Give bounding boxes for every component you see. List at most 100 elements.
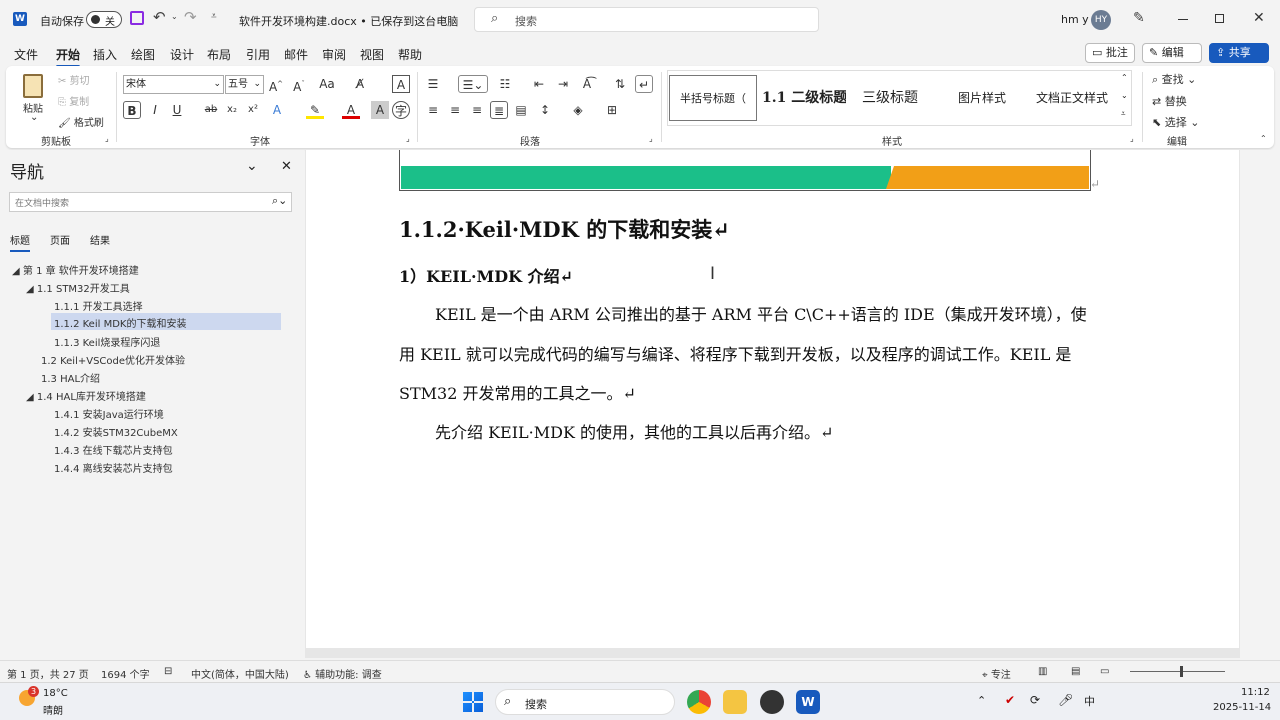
nav-heading-item[interactable]: 1.4.2 安装STM32CubeMX: [54, 424, 178, 439]
styles-scroll-up-icon[interactable]: ⌃: [1121, 73, 1128, 82]
search-icon[interactable]: ⌕⌄: [272, 194, 287, 208]
change-case-button[interactable]: Aa: [314, 75, 340, 93]
find-button[interactable]: ⌕ 查找 ⌄: [1152, 71, 1196, 87]
pen-icon[interactable]: ✎: [1133, 10, 1145, 26]
tray-chevron-icon[interactable]: ⌃: [977, 694, 986, 707]
style-item-heading-2[interactable]: 1.1 二级标题: [762, 75, 846, 121]
tab-file[interactable]: 文件: [14, 46, 38, 63]
nav-heading-item[interactable]: ◢ 第 1 章 软件开发环境搭建: [12, 262, 139, 277]
format-painter-button[interactable]: 🖌 格式刷: [58, 114, 104, 129]
borders-icon[interactable]: ⊞: [603, 101, 621, 119]
tab-draw[interactable]: 绘图: [131, 46, 155, 63]
search-box[interactable]: ⌕ 搜索: [474, 7, 819, 32]
shading-icon[interactable]: ◈: [569, 101, 587, 119]
style-item-heading-3[interactable]: 三级标题: [862, 75, 942, 121]
windows-start-icon[interactable]: [463, 692, 483, 712]
close-icon[interactable]: ✕: [1253, 10, 1265, 26]
clock-time[interactable]: 11:12: [1241, 687, 1270, 698]
strikethrough-button[interactable]: ab: [202, 101, 220, 119]
word-taskbar-icon[interactable]: W: [796, 690, 820, 714]
edit-mode-button[interactable]: ✎ 编辑 ⌄: [1142, 43, 1202, 77]
bold-button[interactable]: B: [123, 101, 141, 119]
obs-icon[interactable]: [760, 690, 784, 714]
increase-indent-icon[interactable]: ⇥: [554, 75, 572, 93]
autosave-toggle[interactable]: 关: [86, 11, 122, 28]
tab-home[interactable]: 开始: [56, 46, 81, 68]
customize-toolbar-icon[interactable]: ⩡: [211, 11, 217, 22]
vertical-scrollbar[interactable]: [1240, 150, 1280, 658]
chinese-layout-icon[interactable]: A͡: [578, 75, 596, 93]
char-shading-icon[interactable]: A: [371, 101, 389, 119]
highlight-icon[interactable]: ✎: [306, 101, 324, 119]
tab-references[interactable]: 引用: [246, 46, 270, 63]
text-effects-icon[interactable]: A: [268, 101, 286, 119]
zoom-thumb[interactable]: [1180, 666, 1183, 677]
file-explorer-icon[interactable]: [723, 690, 747, 714]
styles-expand-icon[interactable]: ⩡: [1121, 109, 1126, 119]
styles-launcher-icon[interactable]: ⌟: [1130, 134, 1134, 143]
show-marks-icon[interactable]: ↵: [635, 75, 653, 93]
font-color-icon[interactable]: A: [342, 101, 360, 119]
nav-heading-item[interactable]: 1.4.3 在线下载芯片支持包: [54, 442, 173, 457]
line-spacing-icon[interactable]: ↕: [536, 101, 554, 119]
nav-tab-results[interactable]: 结果: [90, 232, 110, 247]
proofing-icon[interactable]: ⊟: [164, 666, 172, 677]
save-icon[interactable]: [130, 11, 144, 25]
nav-options-icon[interactable]: ⌄: [246, 158, 258, 174]
nav-heading-item[interactable]: 1.2 Keil+VSCode优化开发体验: [41, 352, 185, 367]
document-title[interactable]: 软件开发环境构建.docx • 已保存到这台电脑: [239, 13, 458, 29]
minimize-icon[interactable]: [1178, 19, 1188, 20]
nav-heading-item[interactable]: 1.1.3 Keil烧录程序闪退: [54, 334, 160, 349]
tab-review[interactable]: 审阅: [322, 46, 346, 63]
zoom-slider[interactable]: [1130, 671, 1225, 672]
undo-dropdown-icon[interactable]: ⌄: [171, 12, 178, 21]
weather-desc[interactable]: 晴朗: [43, 702, 63, 717]
word-count[interactable]: 1694 个字: [101, 666, 150, 681]
tray-ime-icon[interactable]: 中: [1084, 693, 1095, 709]
tab-layout[interactable]: 布局: [207, 46, 231, 63]
grow-font-button[interactable]: A^: [267, 75, 285, 94]
nav-close-icon[interactable]: ✕: [281, 159, 292, 174]
char-border-icon[interactable]: A: [392, 75, 410, 93]
tab-help[interactable]: 帮助: [398, 46, 422, 63]
align-center-icon[interactable]: ≡: [446, 101, 464, 119]
maximize-icon[interactable]: [1215, 14, 1224, 23]
collapse-ribbon-icon[interactable]: ⌃: [1260, 134, 1267, 143]
sort-icon[interactable]: ⇅: [611, 75, 629, 93]
distributed-icon[interactable]: ▤: [512, 101, 530, 119]
justify-icon[interactable]: ≣: [490, 101, 508, 119]
superscript-button[interactable]: x²: [244, 101, 262, 119]
nav-heading-item[interactable]: 1.1.1 开发工具选择: [54, 298, 143, 313]
paste-button[interactable]: 粘贴 ⌄: [20, 72, 48, 123]
tab-view[interactable]: 视图: [360, 46, 384, 63]
nav-heading-item[interactable]: 1.4.4 离线安装芯片支持包: [54, 460, 173, 475]
focus-button[interactable]: ⌖ 专注: [982, 666, 1011, 681]
taskbar-search[interactable]: ⌕ 搜索: [495, 689, 675, 715]
nav-heading-item[interactable]: 1.3 HAL介绍: [41, 370, 100, 385]
read-mode-icon[interactable]: ▥: [1038, 666, 1047, 677]
title-dropdown-icon[interactable]: ⌄: [441, 12, 449, 22]
numbering-icon[interactable]: ☰⌄: [458, 75, 488, 93]
redo-icon[interactable]: ↷: [184, 8, 197, 26]
decrease-indent-icon[interactable]: ⇤: [530, 75, 548, 93]
comment-button[interactable]: ▭ 批注: [1085, 43, 1135, 63]
language-status[interactable]: 中文(简体，中国大陆): [191, 666, 289, 681]
web-layout-icon[interactable]: ▭: [1100, 666, 1109, 677]
tab-insert[interactable]: 插入: [93, 46, 117, 63]
nav-heading-item[interactable]: 1.4.1 安装Java运行环境: [54, 406, 164, 421]
nav-tab-headings[interactable]: 标题: [10, 232, 30, 252]
tray-app-icon[interactable]: ✔: [1005, 693, 1015, 707]
nav-heading-item-selected[interactable]: 1.1.2 Keil MDK的下载和安装: [51, 313, 281, 330]
nav-heading-item[interactable]: ◢ 1.4 HAL库开发环境搭建: [26, 388, 146, 403]
tab-design[interactable]: 设计: [170, 46, 194, 63]
weather-temp[interactable]: 18°C: [43, 688, 68, 699]
clipboard-launcher-icon[interactable]: ⌟: [105, 134, 109, 143]
tray-sync-icon[interactable]: ⟳: [1030, 693, 1040, 707]
font-name-select[interactable]: 宋体 ⌄: [123, 75, 224, 94]
style-item-body[interactable]: 文档正文样式: [1036, 75, 1120, 121]
tray-mic-icon[interactable]: 🎤︎: [1058, 693, 1073, 707]
chrome-icon[interactable]: [687, 690, 711, 714]
user-name[interactable]: hm y: [1061, 13, 1089, 26]
style-item-image[interactable]: 图片样式: [958, 75, 1028, 121]
enclose-char-icon[interactable]: 字: [392, 101, 410, 119]
